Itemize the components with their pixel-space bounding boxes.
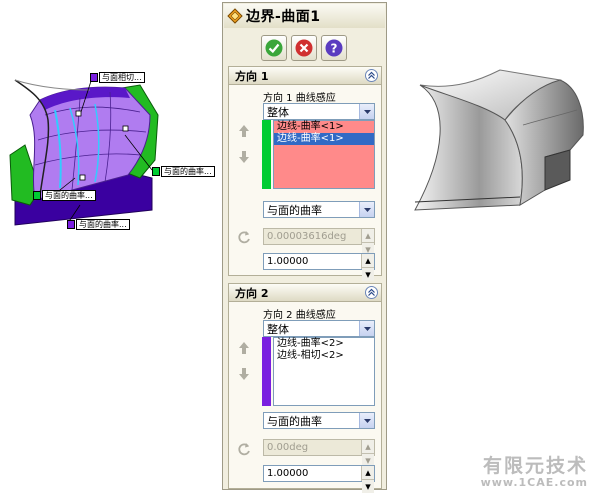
move-up-1-button[interactable]: [238, 124, 250, 141]
direction-1-weight-value: 1.00000: [267, 256, 309, 267]
arrow-down-icon: [239, 368, 249, 380]
direction-2-header[interactable]: 方向 2: [229, 284, 381, 302]
check-icon: [265, 39, 283, 57]
collapse-direction-2-button[interactable]: [365, 286, 378, 299]
help-button[interactable]: ?: [321, 35, 347, 61]
chevron-down-icon: [359, 202, 374, 217]
boundary-surface-property-manager: 边界-曲面1 ? 方向 1 方向 1 曲线感应 整体 边线-曲率<1> 边线-曲…: [222, 2, 387, 493]
collapse-direction-1-button[interactable]: [365, 69, 378, 82]
list-item[interactable]: 边线-相切<2>: [274, 350, 374, 362]
reverse-direction-2-icon: [237, 442, 251, 459]
question-icon: ?: [325, 39, 343, 57]
list-item[interactable]: 边线-曲率<1>: [274, 121, 374, 133]
direction-2-tangency-value: 与面的曲率: [267, 414, 322, 428]
direction-1-angle-input[interactable]: 0.00003616deg ▴ ▾: [263, 228, 375, 256]
direction-2-angle-input[interactable]: 0.00deg ▴ ▾: [263, 439, 375, 467]
direction-2-weight-input[interactable]: 1.00000 ▴ ▾: [263, 465, 375, 493]
x-icon: [295, 39, 313, 57]
direction-1-header[interactable]: 方向 1: [229, 67, 381, 85]
direction-2-angle-value: 0.00deg: [267, 442, 309, 453]
direction-1-curves-list[interactable]: 边线-曲率<1> 边线-曲率<1>: [273, 120, 375, 189]
callout-4-swatch: [67, 220, 75, 229]
panel-title: 边界-曲面1: [246, 9, 321, 25]
chevron-up-icon: [368, 71, 375, 79]
direction-1-tangency-value: 与面的曲率: [267, 203, 322, 217]
cancel-button[interactable]: [291, 35, 317, 61]
ok-button[interactable]: [261, 35, 287, 61]
move-down-1-button[interactable]: [238, 150, 250, 167]
direction-1-angle-value: 0.00003616deg: [267, 231, 347, 242]
boundary-surface-result: [414, 69, 584, 211]
callout-2-swatch: [152, 167, 160, 176]
direction-1-title: 方向 1: [235, 69, 269, 83]
direction-2-angle-spinner[interactable]: ▴ ▾: [361, 440, 374, 467]
svg-text:?: ?: [331, 42, 338, 56]
direction-2-color-bar: [262, 337, 271, 406]
callout-2[interactable]: 与面的曲率...: [152, 166, 215, 177]
left-preview-model: 与面相切... 与面的曲率... 与面的曲率... 与面的曲率...: [0, 60, 225, 235]
right-shaded-model: [405, 65, 590, 225]
watermark: 有限元技术 www.1CAE.com: [473, 456, 588, 489]
callout-3-label: 与面的曲率...: [42, 190, 96, 201]
direction-1-curve-influence-label: 方向 1 曲线感应: [263, 93, 336, 104]
move-up-2-button[interactable]: [238, 341, 250, 358]
callout-4-label: 与面的曲率...: [76, 219, 130, 230]
direction-1-influence-select[interactable]: 整体: [263, 103, 375, 120]
direction-2-curve-influence-label: 方向 2 曲线感应: [263, 310, 336, 321]
boundary-surface-icon: [227, 8, 243, 24]
direction-2-tangency-select[interactable]: 与面的曲率: [263, 412, 375, 429]
arrow-down-icon: [239, 151, 249, 163]
direction-1-influence-value: 整体: [267, 105, 289, 119]
direction-2-group: 方向 2 方向 2 曲线感应 整体 边线-曲率<2> 边线-相切<2> 与面的曲…: [228, 283, 382, 493]
callout-3-swatch: [33, 191, 41, 200]
direction-1-tangency-select[interactable]: 与面的曲率: [263, 201, 375, 218]
callout-1-label: 与面相切...: [99, 72, 145, 83]
chevron-down-icon: [359, 413, 374, 428]
direction-1-group: 方向 1 方向 1 曲线感应 整体 边线-曲率<1> 边线-曲率<1> 与面的曲…: [228, 66, 382, 281]
chevron-up-icon: [368, 288, 375, 296]
chevron-down-icon: [359, 104, 374, 119]
watermark-main: 有限元技术: [482, 455, 588, 477]
callout-2-label: 与面的曲率...: [161, 166, 215, 177]
direction-2-curves-list[interactable]: 边线-曲率<2> 边线-相切<2>: [273, 337, 375, 406]
chevron-down-icon: [359, 321, 374, 336]
reverse-direction-1-icon: [237, 230, 251, 247]
list-item-selected[interactable]: 边线-曲率<1>: [274, 133, 374, 145]
callout-3[interactable]: 与面的曲率...: [33, 190, 96, 201]
arrow-up-icon: [239, 342, 249, 354]
callout-4[interactable]: 与面的曲率...: [67, 219, 130, 230]
direction-2-weight-spinner[interactable]: ▴ ▾: [361, 466, 374, 493]
direction-2-influence-select[interactable]: 整体: [263, 320, 375, 337]
direction-1-weight-spinner[interactable]: ▴ ▾: [361, 254, 374, 281]
arrow-up-icon: [239, 125, 249, 137]
action-buttons: ?: [261, 35, 347, 61]
direction-2-weight-value: 1.00000: [267, 468, 309, 479]
direction-1-weight-input[interactable]: 1.00000 ▴ ▾: [263, 253, 375, 281]
direction-2-title: 方向 2: [235, 286, 269, 300]
move-down-2-button[interactable]: [238, 367, 250, 384]
watermark-sub: www.1CAE.com: [480, 476, 588, 489]
callout-1[interactable]: 与面相切...: [90, 72, 145, 83]
callout-1-swatch: [90, 73, 98, 82]
direction-1-color-bar: [262, 120, 271, 189]
boundary-surface-preview: [9, 77, 159, 226]
title-bar: 边界-曲面1: [224, 4, 385, 28]
direction-1-angle-spinner[interactable]: ▴ ▾: [361, 229, 374, 256]
list-item[interactable]: 边线-曲率<2>: [274, 338, 374, 350]
direction-2-influence-value: 整体: [267, 322, 289, 336]
